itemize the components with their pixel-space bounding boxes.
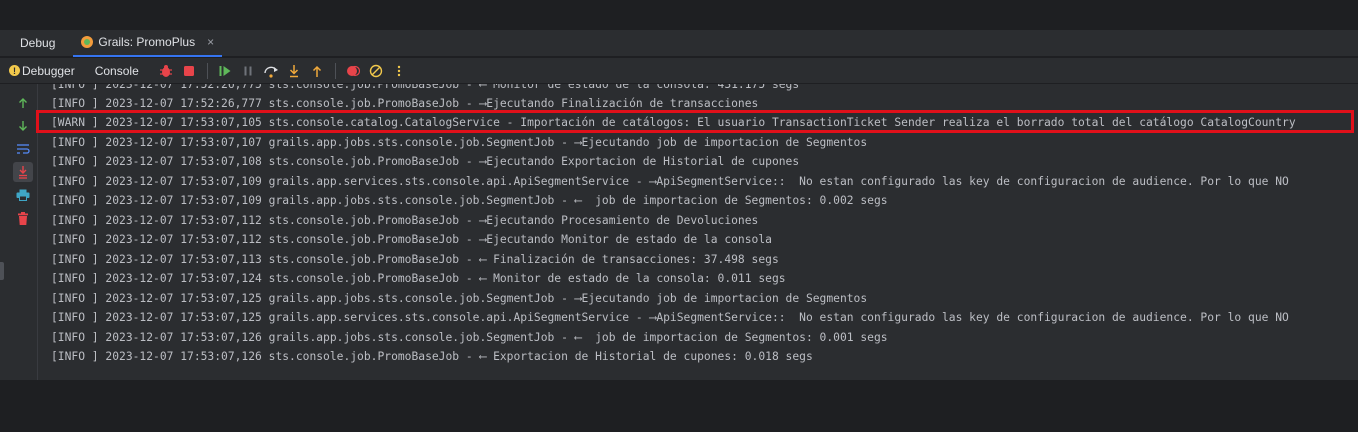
more-icon[interactable] (388, 60, 410, 82)
log-line: [INFO ] 2023-12-07 17:53:07,124 sts.cons… (51, 272, 786, 285)
window-bottom-area (0, 380, 1358, 432)
log-line: [INFO ] 2023-12-07 17:53:07,112 sts.cons… (51, 233, 772, 246)
resume-icon[interactable] (214, 60, 236, 82)
step-into-icon[interactable] (283, 60, 305, 82)
view-breakpoints-icon[interactable] (342, 60, 364, 82)
tab-console[interactable]: Console (93, 64, 145, 78)
tab-debugger[interactable]: Debugger (20, 64, 81, 78)
warning-icon: ! (9, 65, 20, 76)
log-line-warning: [WARN ] 2023-12-07 17:53:07,105 sts.cons… (51, 116, 1296, 129)
left-resize-handle[interactable] (0, 262, 4, 280)
log-line: [INFO ] 2023-12-07 17:53:07,108 sts.cons… (51, 155, 800, 168)
tab-grails-session[interactable]: Grails: PromoPlus × (73, 30, 223, 57)
log-line: [INFO ] 2023-12-07 17:52:26,775 sts.cons… (51, 84, 800, 91)
debug-toolbar: ! Debugger Console (0, 58, 1358, 83)
soft-wrap-icon[interactable] (13, 139, 33, 159)
log-line: [INFO ] 2023-12-07 17:53:07,107 grails.a… (51, 136, 868, 149)
grails-icon (81, 36, 94, 48)
scroll-to-end-icon[interactable] (13, 162, 33, 182)
tool-window-tabbar: Debug Grails: PromoPlus × (0, 30, 1358, 57)
tab-grails-label: Grails: PromoPlus (98, 35, 196, 49)
left-edge-panel (0, 84, 9, 380)
step-out-icon[interactable] (306, 60, 328, 82)
console-gutter (9, 84, 38, 380)
toolbar-separator (206, 62, 208, 79)
log-line: [INFO ] 2023-12-07 17:53:07,125 grails.a… (51, 311, 1289, 324)
window-top-area (0, 0, 1358, 30)
scroll-down-icon[interactable] (13, 116, 33, 136)
log-line: [INFO ] 2023-12-07 17:53:07,126 sts.cons… (51, 350, 813, 363)
log-line: [INFO ] 2023-12-07 17:53:07,112 sts.cons… (51, 214, 759, 227)
stop-icon[interactable] (178, 60, 200, 82)
log-line: [INFO ] 2023-12-07 17:53:07,126 grails.a… (51, 331, 888, 344)
console-output[interactable]: [INFO ] 2023-12-07 17:52:26,775 sts.cons… (38, 84, 1358, 380)
step-over-icon[interactable] (260, 60, 282, 82)
log-line: [INFO ] 2023-12-07 17:52:26,777 sts.cons… (51, 97, 759, 110)
clear-all-icon[interactable] (13, 208, 33, 228)
log-line: [INFO ] 2023-12-07 17:53:07,109 grails.a… (51, 175, 1289, 188)
print-icon[interactable] (13, 185, 33, 205)
bug-icon[interactable] (155, 60, 177, 82)
pause-icon[interactable] (237, 60, 259, 82)
scroll-up-icon[interactable] (13, 93, 33, 113)
log-line: [INFO ] 2023-12-07 17:53:07,113 sts.cons… (51, 253, 779, 266)
close-icon[interactable]: × (207, 35, 214, 49)
log-line: [INFO ] 2023-12-07 17:53:07,125 grails.a… (51, 292, 868, 305)
mute-breakpoints-icon[interactable] (365, 60, 387, 82)
log-line: [INFO ] 2023-12-07 17:53:07,109 grails.a… (51, 194, 888, 207)
toolbar-separator (334, 62, 336, 79)
tab-debug[interactable]: Debug (0, 36, 65, 50)
